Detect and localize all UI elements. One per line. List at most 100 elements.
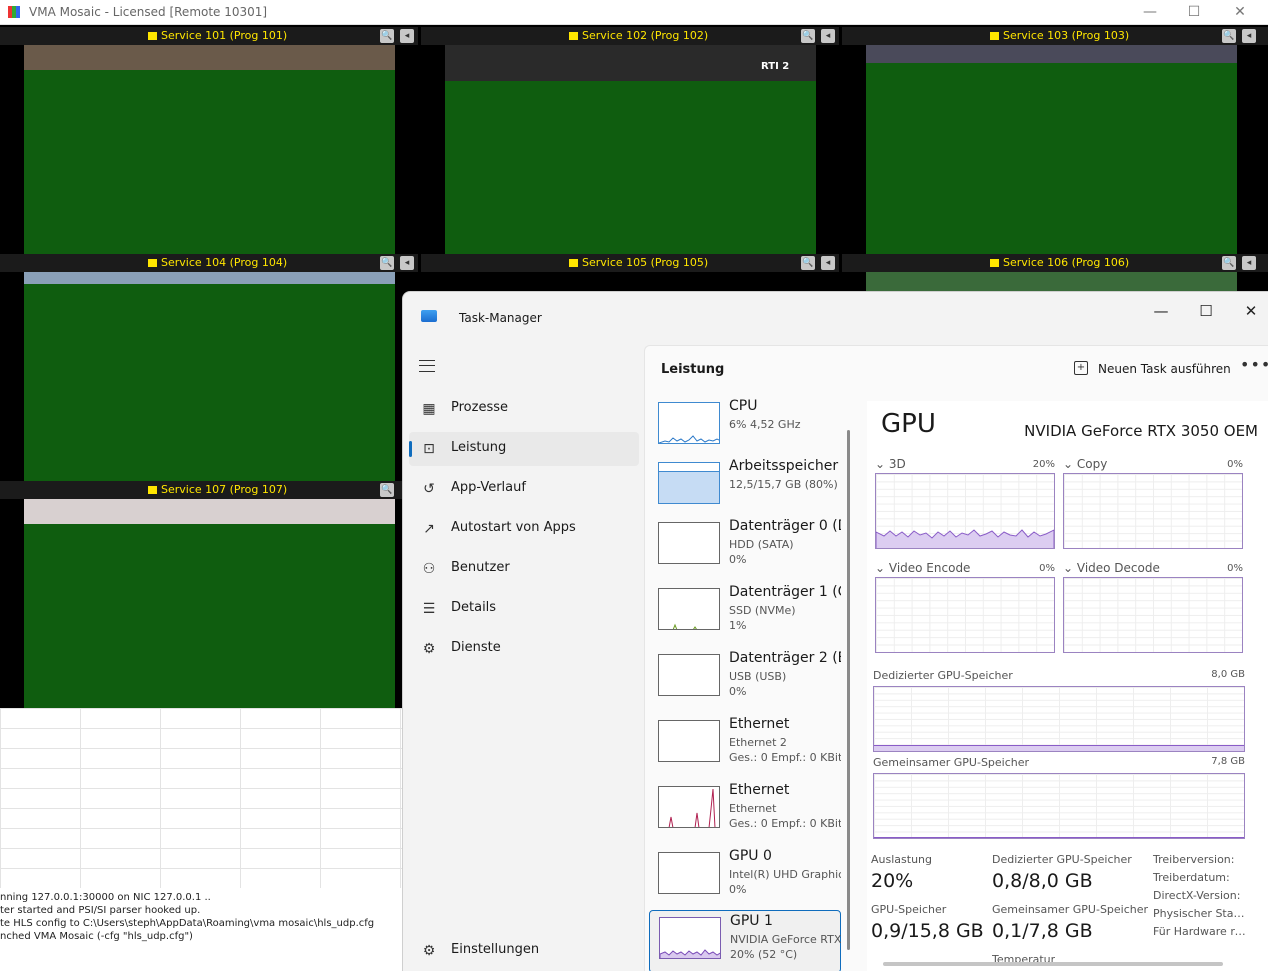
- service-label-text: Service 105 (Prog 105): [582, 256, 709, 269]
- perf-item-ethernet[interactable]: Ethernet Ethernet Ges.: 0 Empf.: 0 KBit/…: [649, 780, 841, 842]
- perf-item-ethernet-2[interactable]: Ethernet Ethernet 2 Ges.: 0 Empf.: 0 KBi…: [649, 714, 841, 776]
- engine-pct: 0%: [1227, 459, 1243, 470]
- perf-item-disk-1[interactable]: Datenträger 1 (C SSD (NVMe) 1%: [649, 582, 841, 644]
- perf-item-gpu-1[interactable]: GPU 1 NVIDIA GeForce RTX 3050 OEM 20% (5…: [649, 910, 842, 971]
- perf-item-memory[interactable]: Arbeitsspeicher 12,5/15,7 GB (80%): [649, 456, 841, 518]
- settings-gear-icon: ⚙: [422, 943, 436, 959]
- video-frame: [24, 70, 395, 254]
- audio-button[interactable]: ◂: [400, 256, 414, 270]
- service-tile-104[interactable]: Service 104 (Prog 104) 🔍 ◂: [0, 254, 418, 481]
- perf-item-cpu[interactable]: CPU 6% 4,52 GHz: [649, 396, 841, 458]
- gpu0-thumbnail: [658, 852, 720, 894]
- service-tile-105[interactable]: Service 105 (Prog 105) 🔍 ◂: [421, 254, 839, 291]
- tv-icon: [569, 32, 578, 40]
- tm-maximize-button[interactable]: ☐: [1186, 298, 1226, 324]
- tv-icon: [569, 259, 578, 267]
- log-panel: nning 127.0.0.1:30000 on NIC 127.0.0.1 .…: [0, 708, 402, 971]
- nav-item-services[interactable]: ⚙ Dienste: [409, 632, 639, 666]
- service-tile-106[interactable]: Service 106 (Prog 106) 🔍 ◂: [842, 254, 1268, 291]
- engine-label: Video Encode: [888, 561, 971, 575]
- physical-location-label: Physischer Standort:: [1153, 907, 1249, 920]
- dedicated-mem-max: 8,0 GB: [1211, 669, 1245, 680]
- vma-maximize-button[interactable]: ☐: [1181, 2, 1207, 22]
- service-label: Service 103 (Prog 103): [990, 29, 1129, 42]
- perf-item-disk-2[interactable]: Datenträger 2 (E USB (USB) 0%: [649, 648, 841, 710]
- memory-thumbnail: [658, 462, 720, 504]
- engine-encode-dropdown[interactable]: ⌄ Video Encode: [875, 561, 970, 575]
- zoom-button[interactable]: 🔍: [1222, 256, 1236, 270]
- services-icon: ⚙: [422, 641, 436, 657]
- perf-name: Ethernet: [729, 782, 790, 798]
- task-manager-window: Task-Manager — ☐ ✕ ▦ Prozesse ⊡ Leistung…: [402, 291, 1268, 971]
- nav-item-performance[interactable]: ⊡ Leistung: [409, 432, 639, 466]
- zoom-button[interactable]: 🔍: [380, 483, 394, 497]
- audio-button[interactable]: ◂: [1242, 256, 1256, 270]
- list-scrollbar[interactable]: [847, 430, 850, 950]
- users-icon: ⚇: [422, 561, 436, 577]
- spreadsheet-grid: [0, 708, 402, 888]
- zoom-button[interactable]: 🔍: [380, 29, 394, 43]
- hamburger-menu-icon[interactable]: [419, 360, 435, 372]
- gpu-detail-pane: GPU NVIDIA GeForce RTX 3050 OEM ⌄ 3D 20%…: [867, 401, 1268, 971]
- zoom-button[interactable]: 🔍: [380, 256, 394, 270]
- more-options-button[interactable]: •••: [1240, 355, 1268, 374]
- perf-item-disk-0[interactable]: Datenträger 0 (D HDD (SATA) 0%: [649, 516, 841, 578]
- perf-sub: Intel(R) UHD Graphics: [729, 868, 841, 881]
- nav-label: Einstellungen: [451, 942, 540, 957]
- new-task-icon[interactable]: +: [1074, 361, 1088, 375]
- audio-button[interactable]: ◂: [400, 29, 414, 43]
- disk-sparkline: [672, 623, 697, 629]
- engine-pct: 0%: [1227, 563, 1243, 574]
- engine-copy-dropdown[interactable]: ⌄ Copy: [1063, 457, 1107, 471]
- service-label-text: Service 104 (Prog 104): [161, 256, 288, 269]
- new-task-button[interactable]: Neuen Task ausführen: [1098, 362, 1231, 376]
- chevron-down-icon: ⌄: [875, 561, 889, 575]
- zoom-button[interactable]: 🔍: [801, 29, 815, 43]
- driver-date-label: Treiberdatum:: [1153, 871, 1230, 884]
- zoom-button[interactable]: 🔍: [1222, 29, 1236, 43]
- shared-mem-label: Gemeinsamer GPU-Speicher: [873, 756, 1030, 769]
- perf-item-gpu-0[interactable]: GPU 0 Intel(R) UHD Graphics 0%: [649, 846, 841, 908]
- perf-sub: 0%: [729, 685, 747, 698]
- usage-label: Auslastung: [871, 853, 932, 866]
- audio-button[interactable]: ◂: [821, 256, 835, 270]
- service-tile-101[interactable]: Service 101 (Prog 101) 🔍 ◂: [0, 27, 418, 254]
- nav-item-details[interactable]: ☰ Details: [409, 592, 639, 626]
- service-label: Service 106 (Prog 106): [990, 256, 1129, 269]
- nav-item-settings[interactable]: ⚙ Einstellungen: [409, 934, 639, 968]
- driver-version-label: Treiberversion:: [1153, 853, 1235, 866]
- audio-button[interactable]: ◂: [1242, 29, 1256, 43]
- gpu-memory-value: 0,9/15,8 GB: [871, 920, 984, 942]
- perf-name: Arbeitsspeicher: [729, 458, 839, 474]
- zoom-button[interactable]: 🔍: [801, 256, 815, 270]
- shared-mem-graph: [873, 773, 1245, 839]
- disk-thumbnail: [658, 588, 720, 630]
- vma-minimize-button[interactable]: —: [1137, 2, 1163, 22]
- engine-decode-graph: [1063, 577, 1243, 653]
- cpu-thumbnail: [658, 402, 720, 444]
- perf-sub: 0%: [729, 553, 747, 566]
- engine-decode-dropdown[interactable]: ⌄ Video Decode: [1063, 561, 1160, 575]
- video-frame: [445, 81, 816, 254]
- nav-item-processes[interactable]: ▦ Prozesse: [409, 392, 639, 426]
- perf-sub: 0%: [729, 883, 747, 896]
- nav-item-app-history[interactable]: ↺ App-Verlauf: [409, 472, 639, 506]
- engine-3d-dropdown[interactable]: ⌄ 3D: [875, 457, 906, 471]
- service-tile-107[interactable]: Service 107 (Prog 107) 🔍: [0, 481, 418, 708]
- log-line: ter started and PSI/SI parser hooked up.: [0, 905, 201, 916]
- nav-item-users[interactable]: ⚇ Benutzer: [409, 552, 639, 586]
- tv-icon: [148, 486, 157, 494]
- network-thumbnail: [658, 720, 720, 762]
- detail-scrollbar[interactable]: [883, 962, 1223, 966]
- disk-thumbnail: [658, 654, 720, 696]
- audio-button[interactable]: ◂: [821, 29, 835, 43]
- details-icon: ☰: [422, 601, 436, 617]
- service-label: Service 105 (Prog 105): [569, 256, 708, 269]
- perf-name: CPU: [729, 398, 758, 414]
- service-tile-102[interactable]: Service 102 (Prog 102) 🔍 ◂ RTI 2: [421, 27, 839, 254]
- service-tile-103[interactable]: Service 103 (Prog 103) 🔍 ◂: [842, 27, 1268, 254]
- nav-item-startup[interactable]: ↗ Autostart von Apps: [409, 512, 639, 546]
- tm-close-button[interactable]: ✕: [1231, 298, 1268, 324]
- vma-close-button[interactable]: ✕: [1227, 2, 1253, 22]
- tm-minimize-button[interactable]: —: [1141, 298, 1181, 324]
